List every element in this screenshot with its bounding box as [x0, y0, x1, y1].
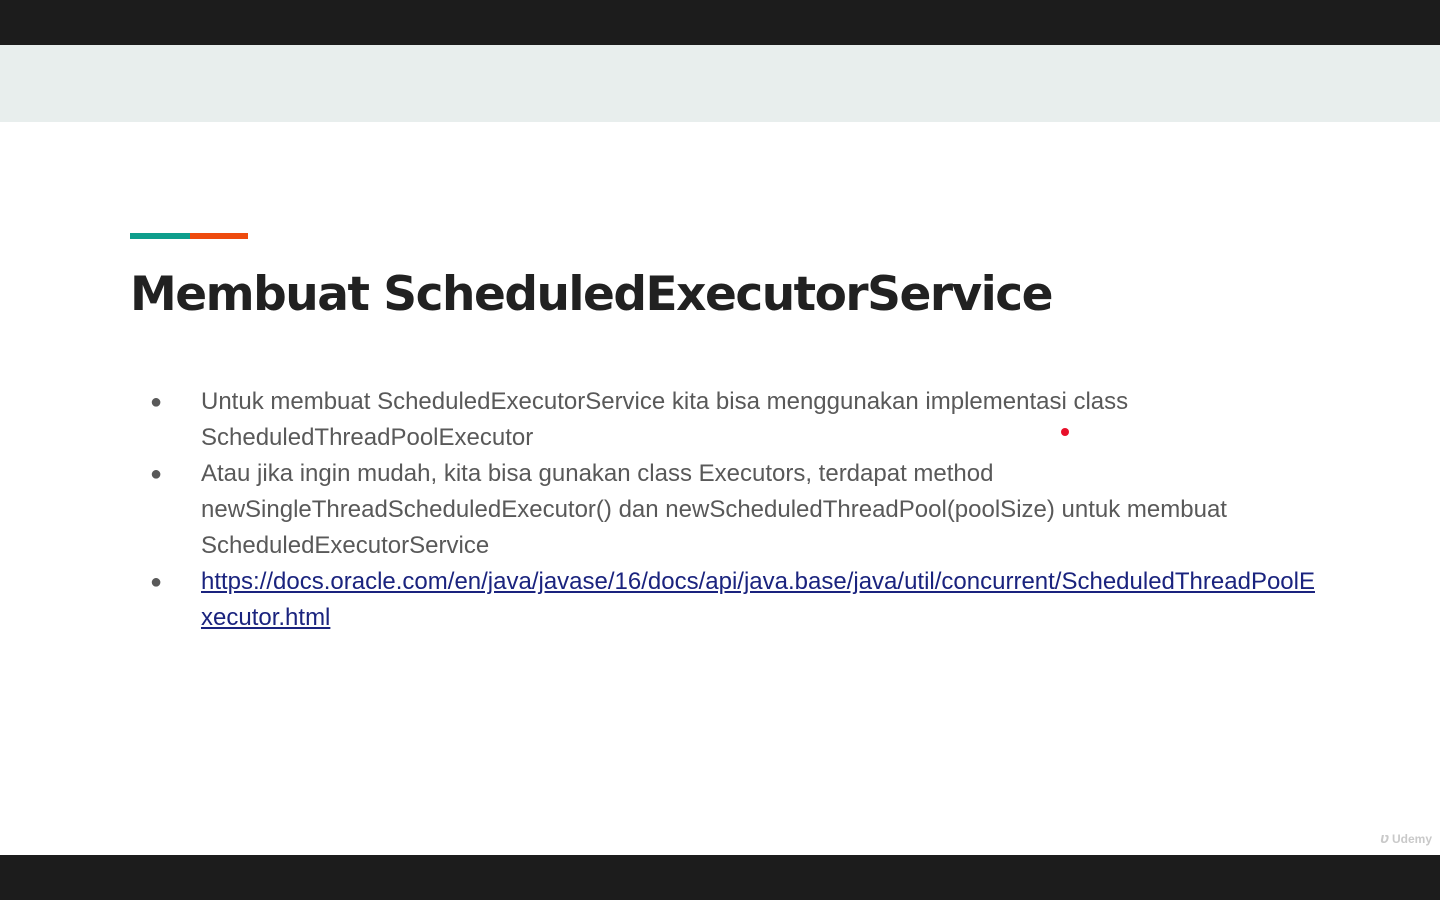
bullet-item: ● Untuk membuat ScheduledExecutorService… [150, 384, 1320, 456]
laser-pointer-dot [1061, 428, 1069, 436]
title-accent-bar [130, 233, 248, 239]
bullet-item: ● https://docs.oracle.com/en/java/javase… [150, 564, 1320, 636]
accent-orange-segment [190, 233, 248, 239]
slide-header-band [0, 45, 1440, 122]
presentation-slide: Membuat ScheduledExecutorService ● Untuk… [0, 45, 1440, 855]
accent-teal-segment [130, 233, 190, 239]
video-letterbox-bottom [0, 855, 1440, 900]
udemy-logo-icon: ʋ [1380, 830, 1389, 847]
bullet-list: ● Untuk membuat ScheduledExecutorService… [150, 384, 1320, 636]
watermark-text: Udemy [1391, 831, 1432, 846]
slide-title: Membuat ScheduledExecutorService [130, 267, 1054, 322]
bullet-marker-icon: ● [150, 391, 163, 413]
javadoc-link[interactable]: https://docs.oracle.com/en/java/javase/1… [201, 568, 1315, 631]
udemy-watermark: ʋ Udemy [1380, 830, 1432, 847]
bullet-text: Atau jika ingin mudah, kita bisa gunakan… [201, 460, 1227, 559]
video-letterbox-top [0, 0, 1440, 45]
bullet-item: ● Atau jika ingin mudah, kita bisa gunak… [150, 456, 1320, 564]
bullet-marker-icon: ● [150, 463, 163, 485]
bullet-text: Untuk membuat ScheduledExecutorService k… [201, 388, 1129, 451]
bullet-marker-icon: ● [150, 571, 163, 593]
